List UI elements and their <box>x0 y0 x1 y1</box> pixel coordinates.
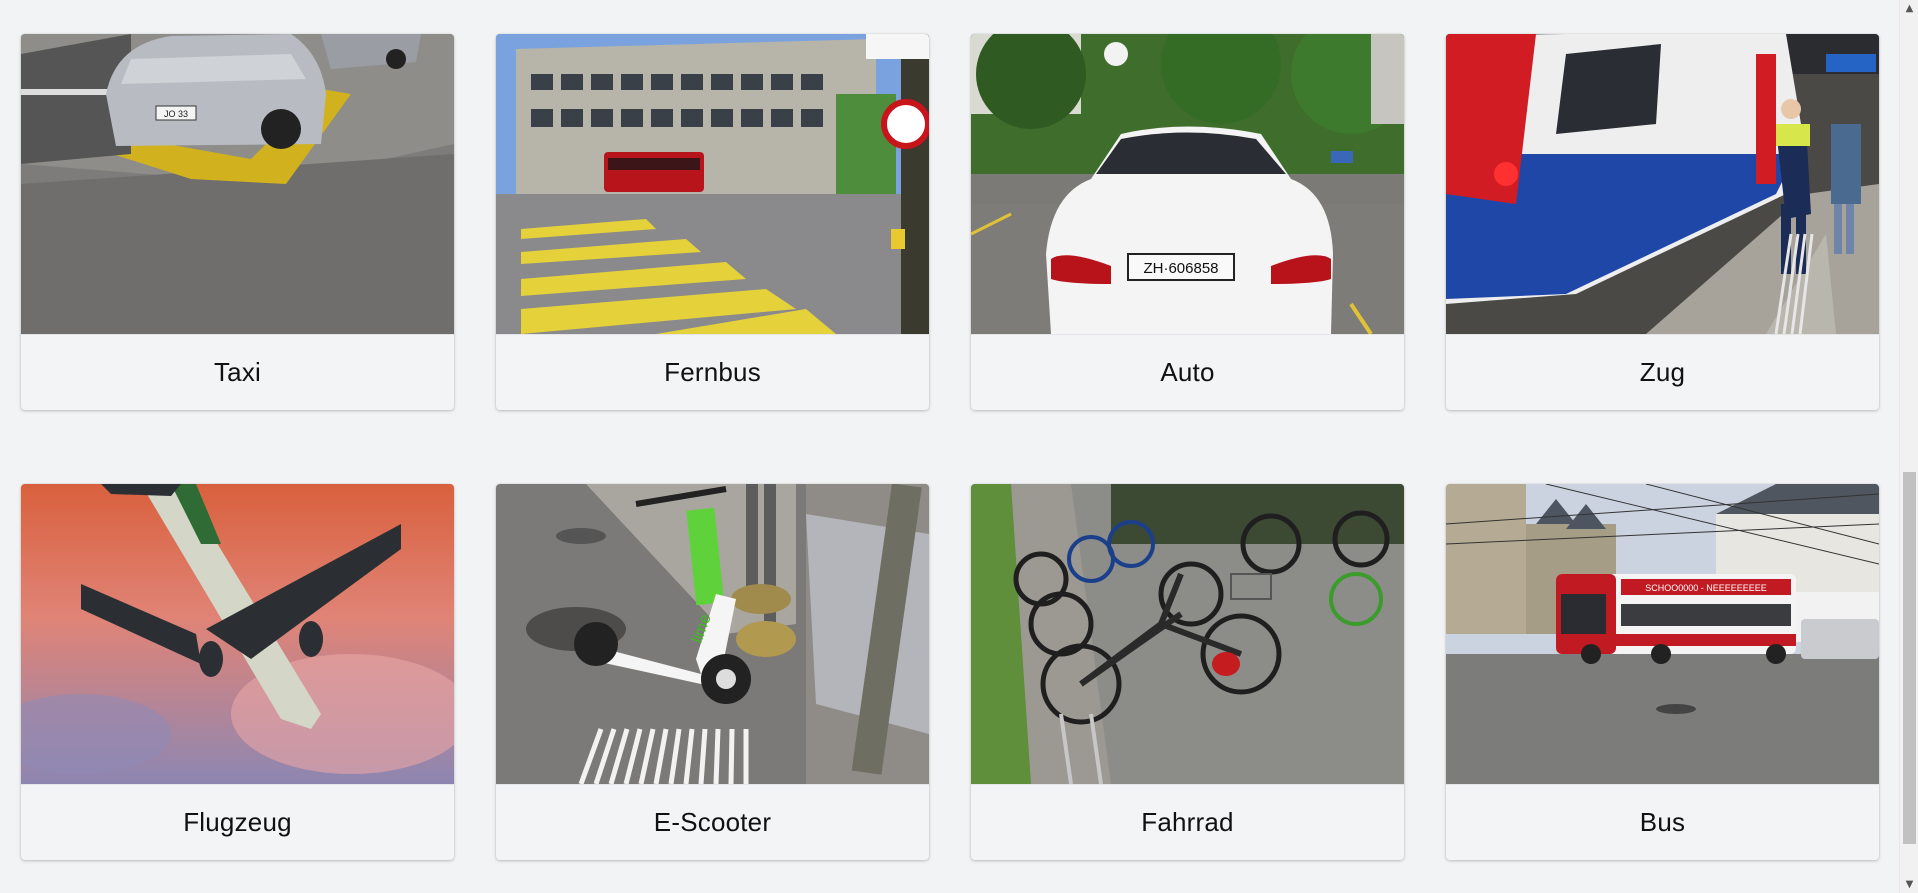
car-plate-text: ZH·606858 <box>1143 260 1218 277</box>
scroll-thumb[interactable] <box>1903 472 1916 844</box>
car-photo: ZH·606858 <box>971 34 1404 334</box>
card-flugzeug[interactable]: Flugzeug <box>21 484 454 860</box>
card-label: Bus <box>1446 784 1879 860</box>
scroll-down-icon[interactable]: ▼ <box>1900 876 1918 893</box>
transport-grid: JO 33 Taxi Fernbus ZH·606858 Auto Zug Fl… <box>21 34 1879 860</box>
card-fahrrad[interactable]: Fahrrad <box>971 484 1404 860</box>
page: JO 33 Taxi Fernbus ZH·606858 Auto Zug Fl… <box>0 0 1918 893</box>
coach-bus-photo <box>496 34 929 334</box>
bus-destination-text: SCHOO0000 - NEEEEEEEEE <box>1645 583 1767 593</box>
vertical-scrollbar[interactable]: ▲ ▼ <box>1899 0 1918 893</box>
train-photo <box>1446 34 1879 334</box>
scroll-up-icon[interactable]: ▲ <box>1900 0 1918 17</box>
card-fernbus[interactable]: Fernbus <box>496 34 929 410</box>
card-label: Zug <box>1446 334 1879 410</box>
airplane-photo <box>21 484 454 784</box>
card-e-scooter[interactable]: lime E-Scooter <box>496 484 929 860</box>
card-label: Flugzeug <box>21 784 454 860</box>
bicycle-photo <box>971 484 1404 784</box>
card-bus[interactable]: SCHOO0000 - NEEEEEEEEE Bus <box>1446 484 1879 860</box>
card-auto[interactable]: ZH·606858 Auto <box>971 34 1404 410</box>
card-taxi[interactable]: JO 33 Taxi <box>21 34 454 410</box>
card-zug[interactable]: Zug <box>1446 34 1879 410</box>
card-label: E-Scooter <box>496 784 929 860</box>
card-label: Fernbus <box>496 334 929 410</box>
card-label: Fahrrad <box>971 784 1404 860</box>
card-label: Taxi <box>21 334 454 410</box>
card-label: Auto <box>971 334 1404 410</box>
taxi-plate-text: JO 33 <box>164 109 188 119</box>
bus-photo: SCHOO0000 - NEEEEEEEEE <box>1446 484 1879 784</box>
taxi-photo: JO 33 <box>21 34 454 334</box>
e-scooter-photo: lime <box>496 484 929 784</box>
